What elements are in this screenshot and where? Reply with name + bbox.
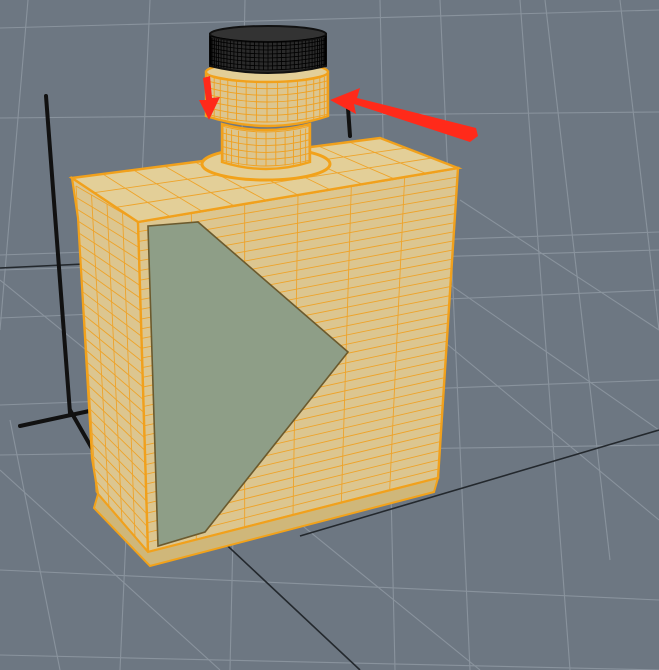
viewport-scene[interactable] (0, 0, 659, 670)
3d-viewport[interactable] (0, 0, 659, 670)
bottle-cap-top (209, 25, 327, 43)
bottle-model[interactable] (68, 25, 463, 568)
